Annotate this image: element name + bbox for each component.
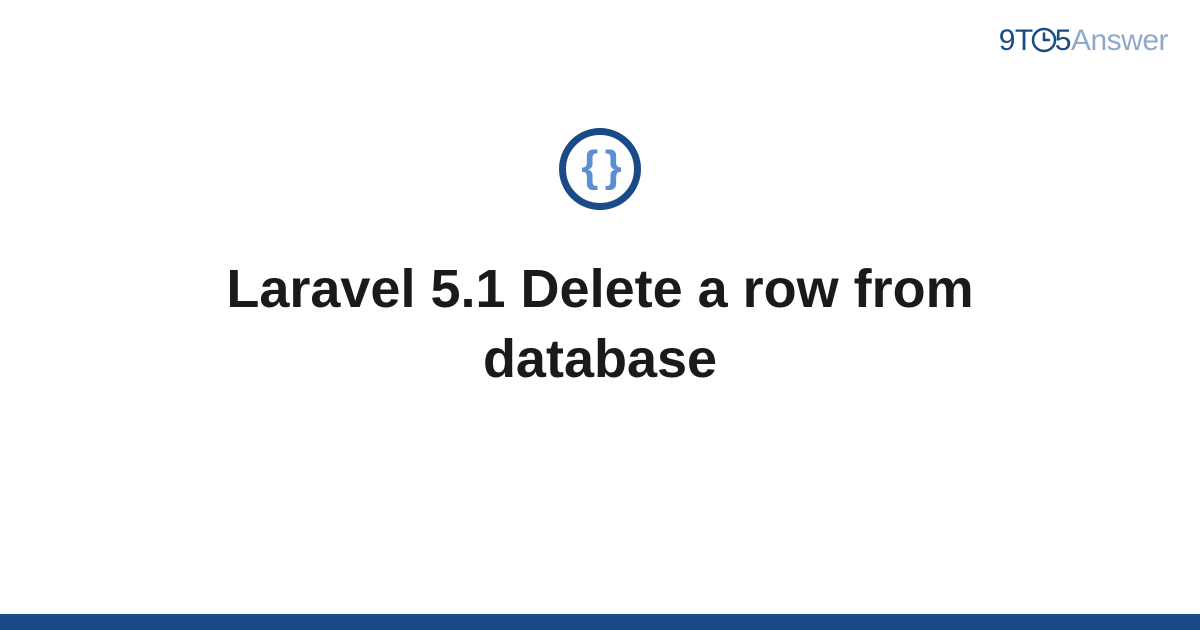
brand-suffix: 5	[1055, 24, 1071, 57]
main-content: { } Laravel 5.1 Delete a row from databa…	[0, 128, 1200, 394]
brand-answer: Answer	[1071, 24, 1168, 57]
bottom-accent-bar	[0, 614, 1200, 630]
code-braces-icon: { }	[559, 128, 641, 210]
page-title: Laravel 5.1 Delete a row from database	[100, 254, 1100, 394]
brand-logo: 9T 5Answer	[999, 24, 1168, 58]
braces-glyph: { }	[581, 145, 618, 189]
clock-icon	[1031, 27, 1057, 53]
brand-prefix: 9T	[999, 24, 1033, 57]
